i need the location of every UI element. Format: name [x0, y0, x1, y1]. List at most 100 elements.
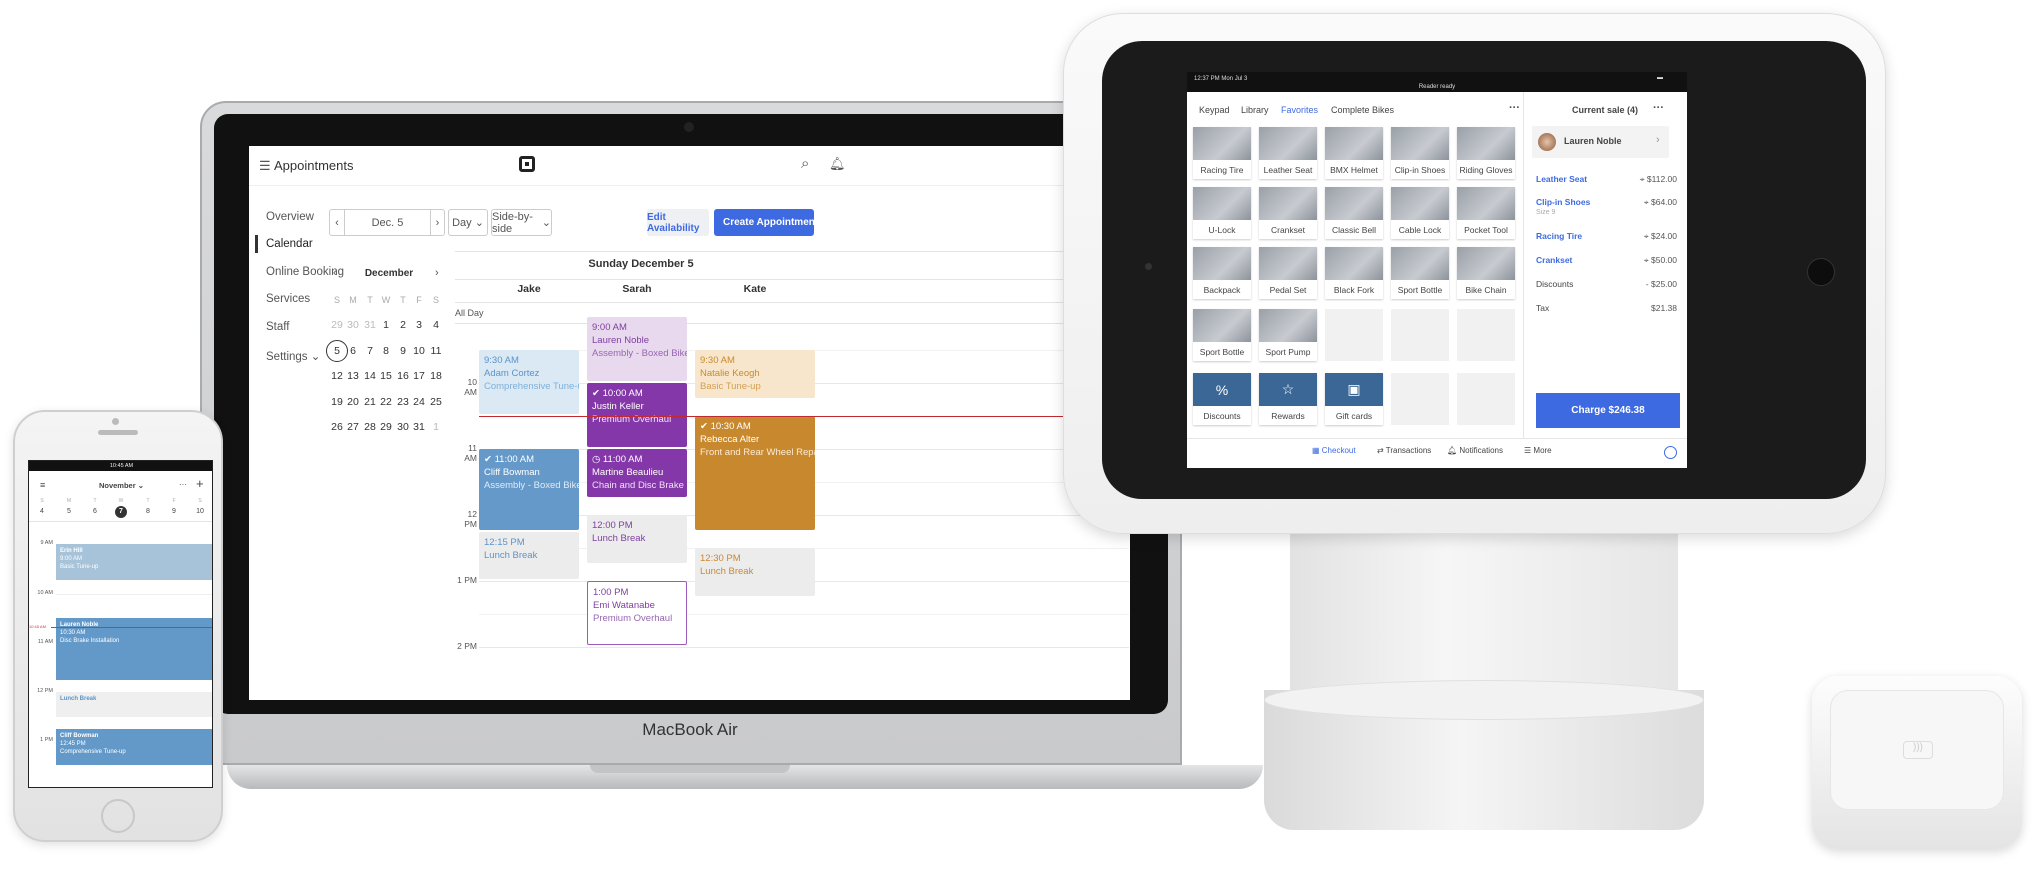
item-tile[interactable]: ☆ Rewards — [1259, 373, 1317, 425]
sidebar-item-staff[interactable]: Staff — [266, 321, 289, 333]
line-item-name[interactable]: Clip-in Shoes — [1536, 197, 1590, 207]
day[interactable]: 9 — [168, 506, 180, 518]
nav-notifications[interactable]: 🔔︎ Notifications — [1447, 446, 1503, 455]
nav-transactions[interactable]: ⇄ Transactions — [1377, 446, 1431, 455]
day[interactable]: 8 — [142, 506, 154, 518]
item-tile[interactable]: BMX Helmet — [1325, 127, 1383, 179]
sale-options-icon[interactable]: ··· — [1653, 102, 1664, 114]
line-item-name[interactable]: Racing Tire — [1536, 231, 1582, 241]
line-item-name[interactable]: Leather Seat — [1536, 174, 1587, 184]
mini-calendar-day[interactable]: 8 — [378, 345, 394, 357]
appointment-card[interactable]: 9:30 AM Adam Cortez Comprehensive Tune-up — [479, 350, 579, 414]
mini-calendar-day[interactable]: 15 — [378, 370, 394, 382]
item-tile[interactable]: ▣ Gift cards — [1325, 373, 1383, 425]
day[interactable]: 5 — [63, 506, 75, 518]
more-options-icon[interactable]: ··· — [1509, 102, 1520, 114]
mini-calendar-day[interactable]: 29 — [378, 421, 394, 433]
mini-calendar-day[interactable]: 27 — [345, 421, 361, 433]
appointment-card[interactable]: Erin Hill 9:00 AM Basic Tune-up — [56, 544, 212, 580]
mini-calendar-day[interactable]: 3 — [411, 319, 427, 331]
item-tile[interactable]: Sport Pump — [1259, 309, 1317, 361]
mini-calendar-day[interactable]: 9 — [395, 345, 411, 357]
menu-icon[interactable]: ≡ — [40, 480, 45, 490]
appointment-card[interactable]: 9:30 AM Natalie Keogh Basic Tune-up — [695, 350, 815, 398]
appointment-card[interactable]: 12:30 PM Lunch Break — [695, 548, 815, 596]
create-appointment-button[interactable]: Create Appointment — [714, 209, 818, 236]
next-month-button[interactable]: › — [435, 267, 439, 279]
tab-complete-bikes[interactable]: Complete Bikes — [1331, 105, 1394, 115]
mini-calendar-day[interactable]: 30 — [345, 319, 361, 331]
item-tile[interactable]: Cable Lock — [1391, 187, 1449, 239]
view-select[interactable]: Day ⌄ — [448, 209, 488, 236]
menu-icon[interactable]: ☰ — [259, 159, 271, 172]
day[interactable]: 6 — [89, 506, 101, 518]
mini-calendar-day[interactable]: 26 — [329, 421, 345, 433]
mini-calendar-day[interactable]: 20 — [345, 396, 361, 408]
tab-library[interactable]: Library — [1241, 105, 1269, 115]
customer-card[interactable]: Lauren Noble › — [1532, 126, 1669, 158]
day[interactable]: 10 — [194, 506, 206, 518]
mini-calendar-day[interactable]: 28 — [362, 421, 378, 433]
charge-button[interactable]: Charge $246.38 — [1536, 393, 1680, 428]
notifications-icon[interactable]: 🔔︎ — [829, 156, 846, 172]
item-tile[interactable]: Pocket Tool — [1457, 187, 1515, 239]
mini-calendar-day[interactable]: 10 — [411, 345, 427, 357]
day[interactable]: 4 — [36, 506, 48, 518]
tab-favorites[interactable]: Favorites — [1281, 105, 1318, 115]
nav-more[interactable]: ☰ More — [1524, 446, 1552, 455]
sidebar-item-settings[interactable]: Settings ⌄ — [266, 349, 320, 363]
appointment-card[interactable]: Lunch Break — [56, 692, 212, 717]
mini-calendar-day[interactable]: 21 — [362, 396, 378, 408]
item-tile[interactable]: Racing Tire — [1193, 127, 1251, 179]
sidebar-item-online-booking[interactable]: Online Booking — [266, 266, 344, 278]
mini-calendar-day[interactable]: 22 — [378, 396, 394, 408]
clock-icon[interactable] — [1664, 446, 1677, 459]
item-tile[interactable]: Sport Bottle — [1391, 247, 1449, 299]
mini-calendar-day[interactable]: 1 — [428, 421, 444, 433]
item-tile[interactable]: Sport Bottle — [1193, 309, 1251, 361]
mini-calendar-day[interactable]: 16 — [395, 370, 411, 382]
day-selected[interactable]: 7 — [115, 506, 127, 518]
mini-calendar-day[interactable]: 13 — [345, 370, 361, 382]
appointment-card[interactable]: ✔ 10:30 AM Rebecca Alter Front and Rear Wh… — [695, 416, 815, 530]
more-options-icon[interactable]: ··· — [179, 480, 187, 489]
mini-calendar-day[interactable]: 12 — [329, 370, 345, 382]
mini-calendar-day[interactable]: 4 — [428, 319, 444, 331]
mini-calendar-day[interactable]: 24 — [411, 396, 427, 408]
sidebar-item-overview[interactable]: Overview — [266, 211, 314, 223]
appointment-card[interactable]: 9:00 AM Lauren Noble Assembly - Boxed Bike — [587, 317, 687, 381]
mini-calendar-day[interactable]: 19 — [329, 396, 345, 408]
appointment-card[interactable]: ✔ 10:00 AM Justin Keller Premium Overhaul — [587, 383, 687, 447]
sidebar-item-calendar[interactable]: Calendar — [266, 238, 313, 250]
item-tile[interactable]: Backpack — [1193, 247, 1251, 299]
add-icon[interactable]: + — [196, 476, 204, 491]
item-tile[interactable]: Pedal Set — [1259, 247, 1317, 299]
mini-calendar-day[interactable]: 23 — [395, 396, 411, 408]
mini-calendar-day[interactable]: 1 — [378, 319, 394, 331]
phone-home-button[interactable] — [101, 799, 135, 833]
mini-calendar-day[interactable]: 18 — [428, 370, 444, 382]
tab-keypad[interactable]: Keypad — [1199, 105, 1230, 115]
item-tile[interactable]: Clip-in Shoes — [1391, 127, 1449, 179]
item-tile[interactable]: Bike Chain — [1457, 247, 1515, 299]
appointment-card[interactable]: 12:15 PM Lunch Break — [479, 531, 579, 579]
mini-calendar-day[interactable]: 2 — [395, 319, 411, 331]
line-item-name[interactable]: Crankset — [1536, 255, 1572, 265]
next-date-button[interactable]: › — [430, 209, 445, 236]
sidebar-item-services[interactable]: Services — [266, 293, 310, 305]
mini-calendar-day[interactable]: 30 — [395, 421, 411, 433]
item-tile[interactable]: Black Fork — [1325, 247, 1383, 299]
item-tile[interactable]: Classic Bell — [1325, 187, 1383, 239]
mini-calendar-day[interactable]: 29 — [329, 319, 345, 331]
item-tile[interactable]: U-Lock — [1193, 187, 1251, 239]
tablet-home-button[interactable] — [1807, 258, 1835, 286]
item-tile[interactable]: % Discounts — [1193, 373, 1251, 425]
item-tile[interactable]: Crankset — [1259, 187, 1317, 239]
mini-calendar-day[interactable]: 17 — [411, 370, 427, 382]
mini-calendar-day[interactable]: 25 — [428, 396, 444, 408]
item-tile[interactable]: Riding Gloves — [1457, 127, 1515, 179]
mini-calendar-day[interactable]: 31 — [362, 319, 378, 331]
mini-calendar-day[interactable]: 31 — [411, 421, 427, 433]
month-select[interactable]: November ⌄ — [79, 481, 164, 490]
appointment-card[interactable]: 12:00 PM Lunch Break — [587, 515, 687, 563]
